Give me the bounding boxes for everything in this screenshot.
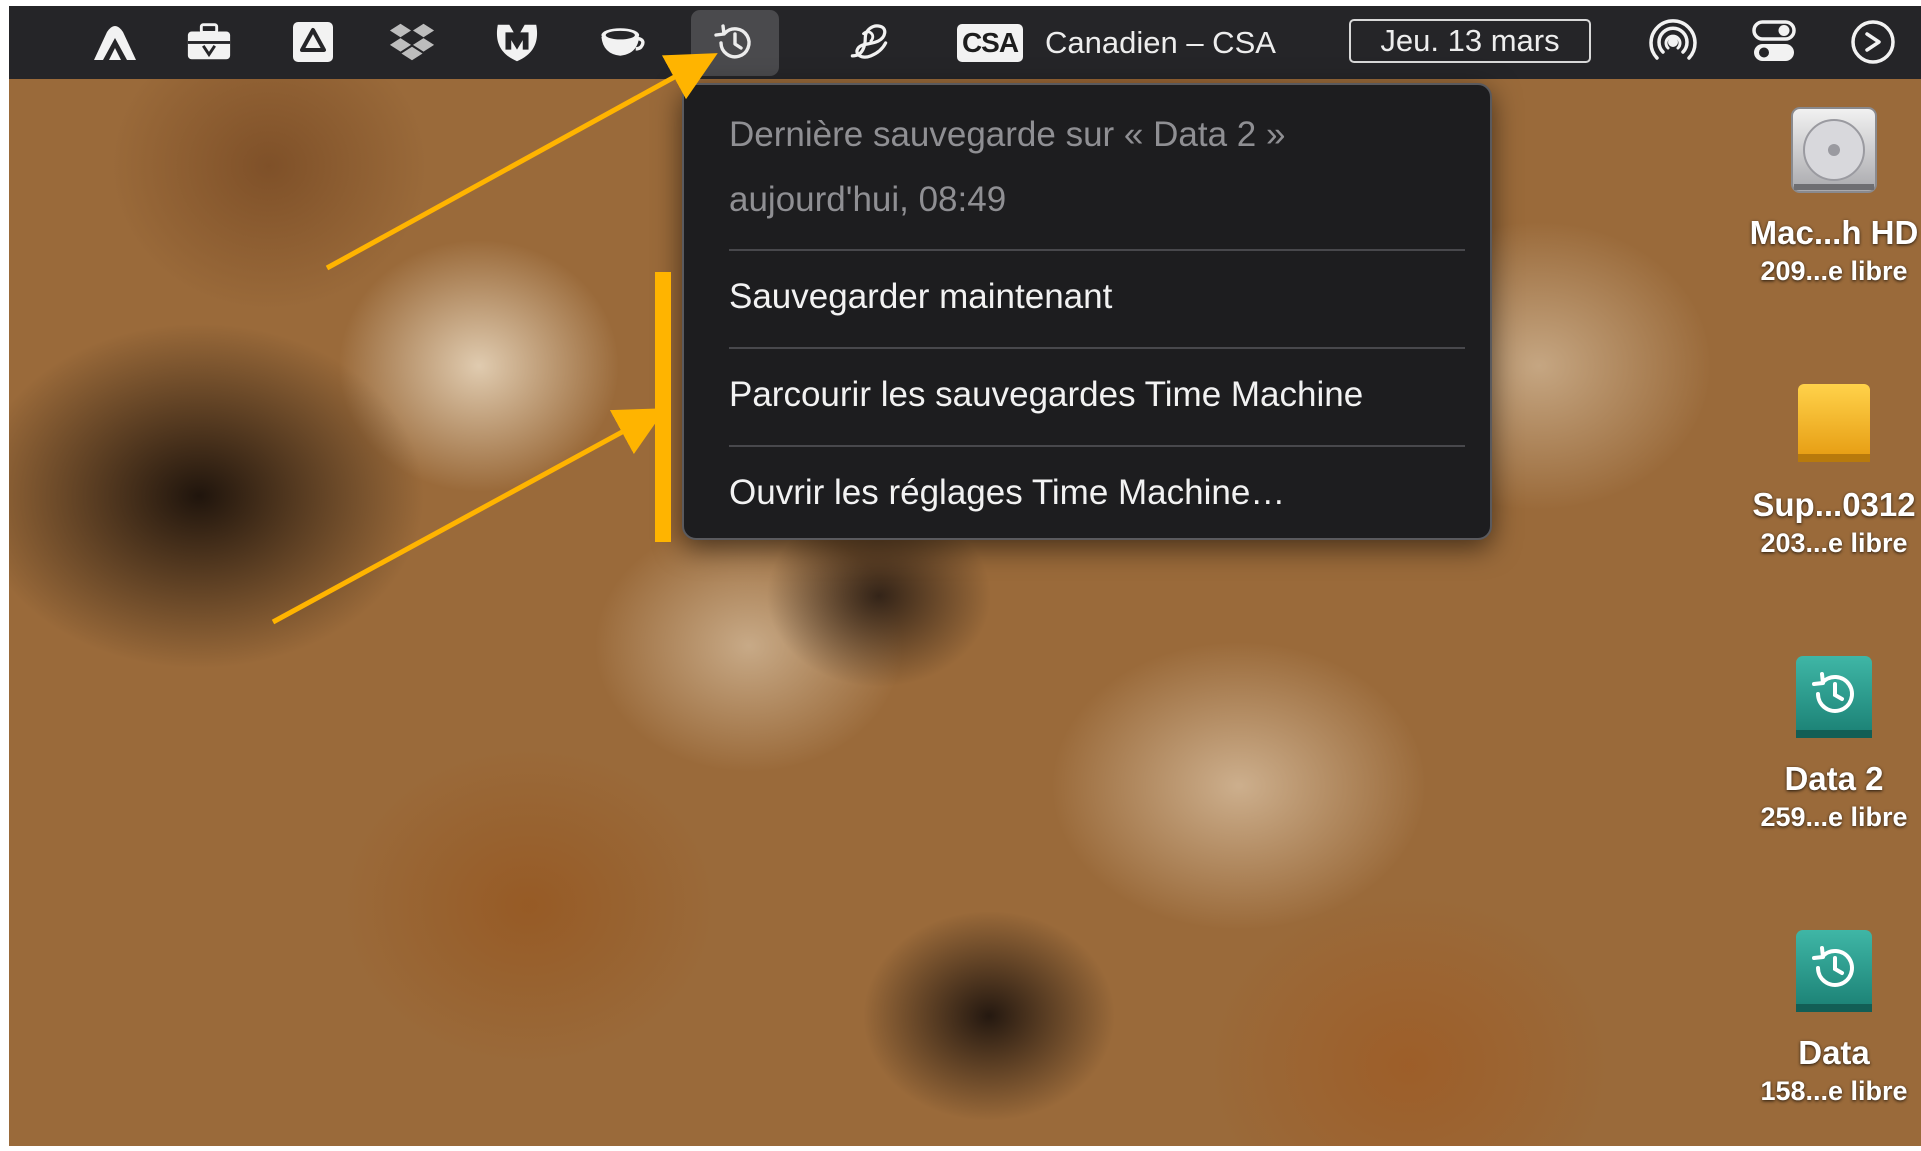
backup-now-item[interactable]: Sauvegarder maintenant [729, 277, 1112, 317]
annotation-bracket [655, 272, 671, 542]
time-machine-drive-icon [1796, 656, 1872, 738]
script-icon[interactable] [845, 20, 893, 64]
desktop-icon-label: Data 2 [1784, 760, 1884, 797]
desktop-icon-label: Data [1798, 1034, 1870, 1071]
time-machine-drive-icon [1796, 930, 1872, 1012]
desktop-drive-mac-hd[interactable]: Mac...h HD 209...e libre [1739, 100, 1921, 287]
desktop-icon-free-space: 209...e libre [1760, 256, 1908, 286]
desktop-icon-free-space: 259...e libre [1760, 802, 1908, 832]
time-machine-icon [714, 24, 751, 59]
drive-icon[interactable] [289, 20, 337, 64]
coffee-icon[interactable] [598, 20, 646, 64]
desktop-drive-sup[interactable]: Sup...0312 203...e libre [1739, 372, 1921, 559]
menu-bar: CSA Canadien – CSA Jeu. 13 mars [9, 6, 1921, 79]
desktop-icon-label: Mac...h HD [1749, 214, 1919, 251]
menu-separator [729, 445, 1465, 447]
desktop-icon-free-space: 203...e libre [1760, 528, 1908, 558]
desktop-drive-data-2[interactable]: Data 2 259...e libre [1739, 646, 1921, 833]
keyboard-layout-badge[interactable]: CSA [957, 24, 1023, 62]
malwarebytes-icon[interactable] [493, 20, 541, 64]
desktop-drive-data[interactable]: Data 158...e libre [1739, 920, 1921, 1107]
desktop-icon-free-space: 158...e libre [1760, 1076, 1908, 1106]
date-clock[interactable]: Jeu. 13 mars [1349, 19, 1591, 63]
browse-backups-item[interactable]: Parcourir les sauvegardes Time Machine [729, 375, 1363, 415]
open-settings-item[interactable]: Ouvrir les réglages Time Machine… [729, 473, 1285, 513]
nordvpn-icon[interactable] [91, 20, 139, 64]
siri-icon[interactable] [1849, 20, 1897, 64]
last-backup-status: Dernière sauvegarde sur « Data 2 » [729, 115, 1286, 154]
keyboard-layout-label[interactable]: Canadien – CSA [1045, 24, 1276, 62]
internal-drive-icon [1791, 107, 1877, 193]
annotation-arrow-menu [271, 408, 666, 625]
wifi-broadcast-icon[interactable] [1649, 19, 1697, 64]
time-machine-menu-button[interactable] [691, 10, 779, 76]
time-machine-menu: Dernière sauvegarde sur « Data 2 » aujou… [682, 83, 1492, 540]
desktop-icon-label: Sup...0312 [1752, 486, 1916, 523]
annotation-arrow-menubar [325, 53, 718, 271]
menu-separator [729, 347, 1465, 349]
desktop: CSA Canadien – CSA Jeu. 13 mars Dernière… [9, 6, 1921, 1146]
toolbox-icon[interactable] [185, 20, 233, 64]
external-drive-icon [1798, 384, 1870, 462]
dropbox-icon[interactable] [388, 20, 436, 64]
control-center-icon[interactable] [1750, 20, 1798, 64]
last-backup-time: aujourd'hui, 08:49 [729, 180, 1007, 219]
menu-separator [729, 249, 1465, 251]
